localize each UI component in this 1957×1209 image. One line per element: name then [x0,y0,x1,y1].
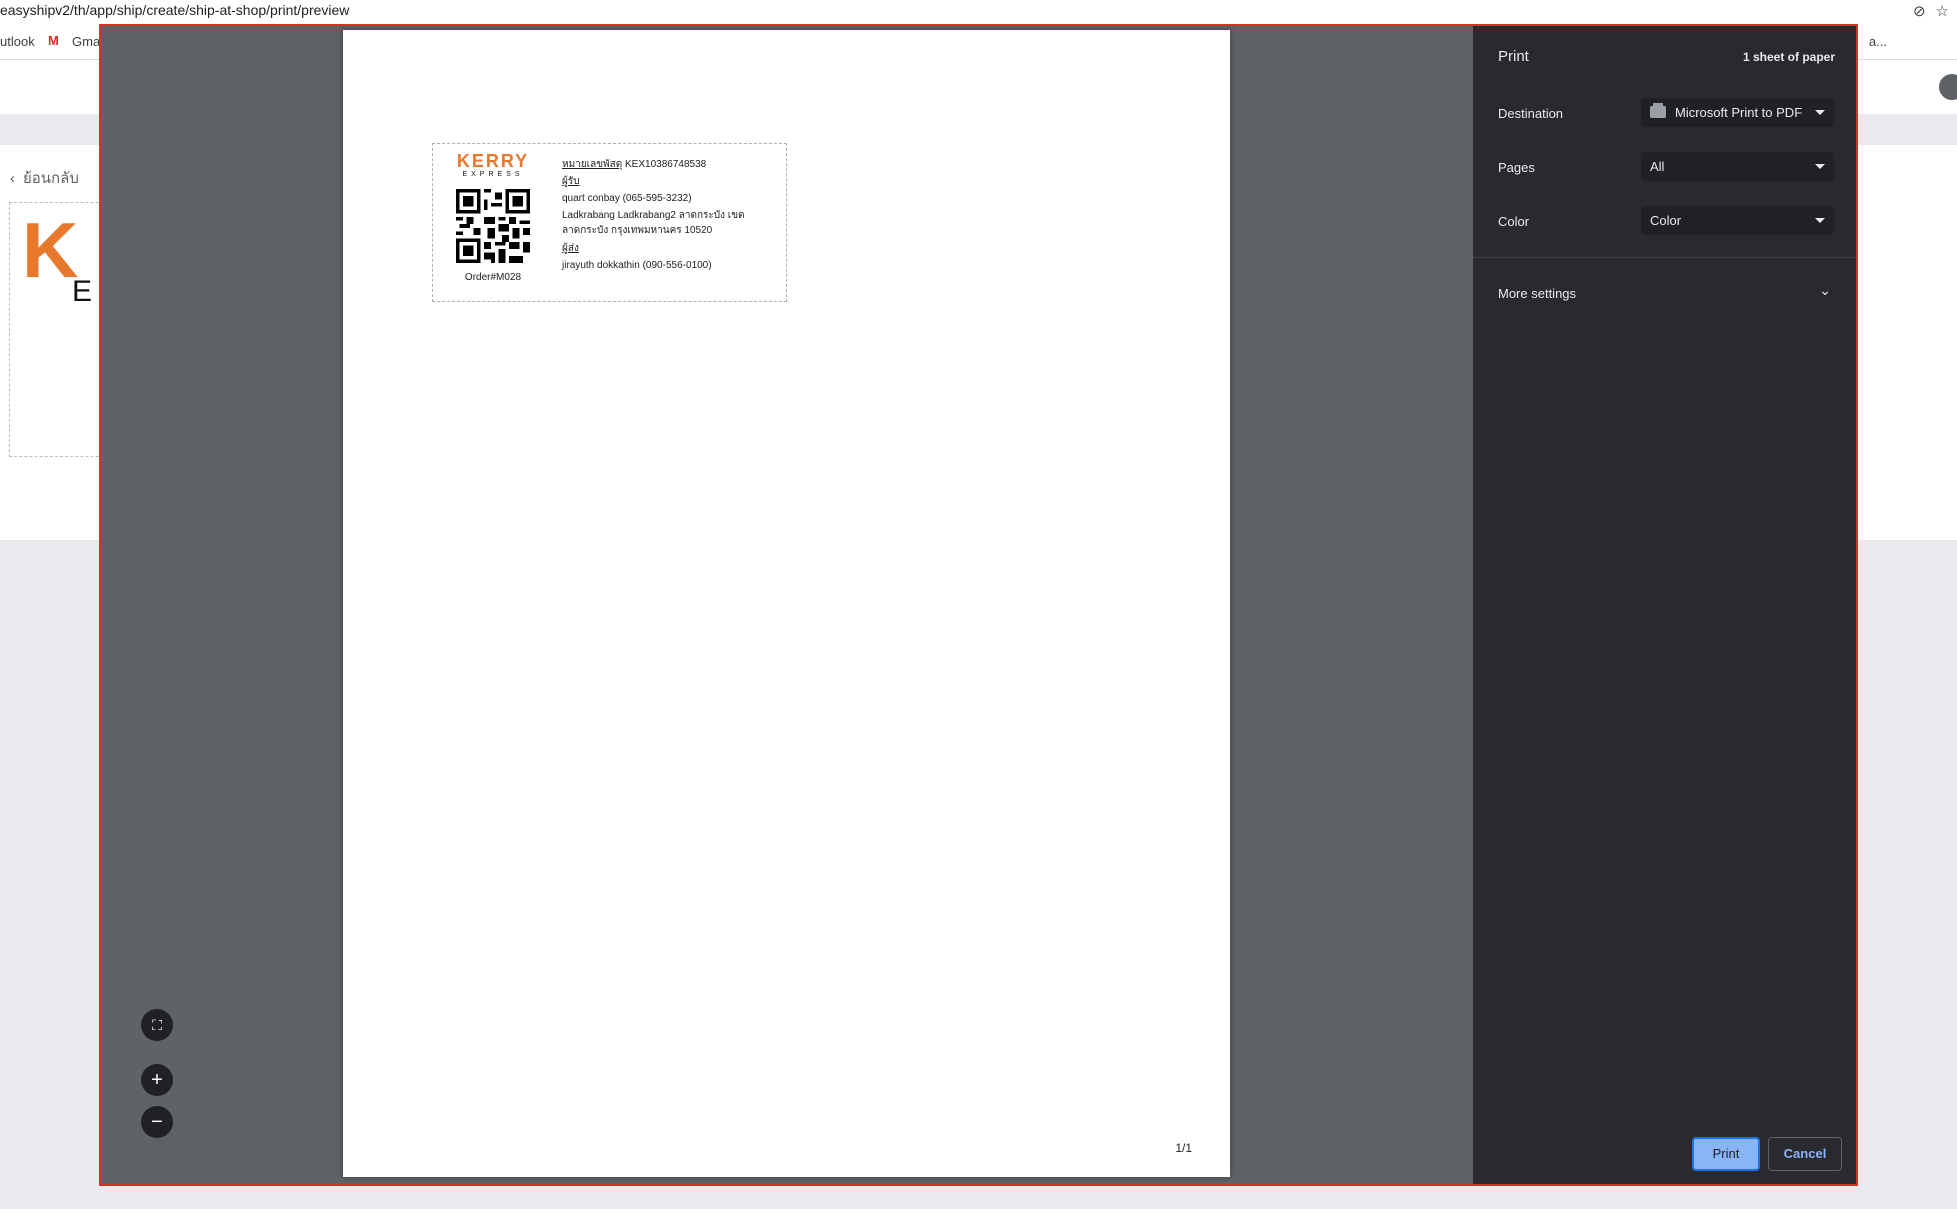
plus-icon: + [151,1069,163,1091]
print-preview-area: KERRY EXPRESS Order#M028 หมายเลขพัสดุ KE… [101,26,1473,1184]
dropdown-arrow-icon [1815,218,1825,223]
cancel-button[interactable]: Cancel [1768,1137,1842,1171]
tracking-number: KEX10386748538 [625,159,707,170]
destination-select[interactable]: Microsoft Print to PDF [1641,98,1834,127]
chevron-left-icon: ‹ [10,170,15,187]
back-link[interactable]: ‹ ย้อนกลับ [10,166,79,190]
sender-name: jirayuth dokkathin (090-556-0100) [562,260,712,271]
qr-code-icon [456,189,530,263]
url-text[interactable]: easyshipv2/th/app/ship/create/ship-at-sh… [0,2,349,18]
sheet-count: 1 sheet of paper [1742,50,1835,64]
divider [1473,257,1856,258]
color-label: Color [1498,214,1530,229]
pages-label: Pages [1498,160,1535,175]
receiver-name: quart conbay (065-595-3232) [562,193,692,204]
address-line-1: Ladkrabang Ladkrabang2 ลาดกระบัง เขต [562,210,745,221]
shipping-label: KERRY EXPRESS Order#M028 หมายเลขพัสดุ KE… [432,143,787,302]
address-line-2: ลาดกระบัง กรุงเทพมหานคร 10520 [562,225,713,236]
destination-label: Destination [1498,106,1564,121]
color-select[interactable]: Color [1641,206,1834,235]
dropdown-arrow-icon [1815,110,1825,115]
preview-page: KERRY EXPRESS Order#M028 หมายเลขพัสดุ KE… [343,30,1230,1177]
fit-to-page-icon: ⛶ [152,1017,162,1033]
receiver-label: ผู้รับ [562,176,580,187]
background-kerry-logo-sub: E [72,275,93,308]
minus-icon: − [151,1111,163,1133]
order-number: Order#M028 [464,272,522,283]
color-value: Color [1650,213,1682,228]
fit-to-page-button[interactable]: ⛶ [141,1009,173,1041]
bookmark-outlook[interactable]: utlook [0,34,35,49]
gmail-icon: M [48,33,59,48]
pages-value: All [1650,159,1665,174]
chevron-down-icon[interactable]: ⌄ [1819,282,1831,299]
kerry-logo-sub: EXPRESS [462,171,524,178]
print-title: Print [1498,48,1529,65]
page-indicator: 1/1 [1175,1141,1192,1155]
more-settings-toggle[interactable]: More settings [1498,286,1576,301]
receiver-address: Ladkrabang Ladkrabang2 ลาดกระบัง เขต ลาด… [562,208,782,238]
sender-label: ผู้ส่ง [562,243,579,254]
tracking-row: หมายเลขพัสดุ KEX10386748538 [562,156,782,173]
back-label: ย้อนกลับ [23,170,79,187]
print-button[interactable]: Print [1692,1137,1760,1171]
star-icon[interactable]: ☆ [1936,3,1949,20]
destination-value: Microsoft Print to PDF [1675,105,1803,120]
zoom-out-button[interactable]: − [141,1106,173,1138]
kerry-logo: KERRY [456,151,530,171]
bookmark-overflow[interactable]: a... [1869,34,1887,49]
printer-icon [1650,103,1666,118]
zoom-in-button[interactable]: + [141,1064,173,1096]
blocked-icon[interactable]: ⊘ [1913,3,1926,20]
address-bar-icons: ⊘ ☆ [1903,2,1949,20]
pages-select[interactable]: All [1641,152,1834,181]
tracking-label: หมายเลขพัสดุ [562,159,623,170]
label-details: หมายเลขพัสดุ KEX10386748538 ผู้รับ quart… [562,156,782,274]
label-left-column: KERRY EXPRESS Order#M028 [433,152,553,283]
dropdown-arrow-icon [1815,164,1825,169]
print-settings-panel: Print 1 sheet of paper Destination Micro… [1473,26,1856,1184]
print-dialog: KERRY EXPRESS Order#M028 หมายเลขพัสดุ KE… [99,24,1858,1186]
address-bar[interactable]: easyshipv2/th/app/ship/create/ship-at-sh… [0,0,1957,24]
